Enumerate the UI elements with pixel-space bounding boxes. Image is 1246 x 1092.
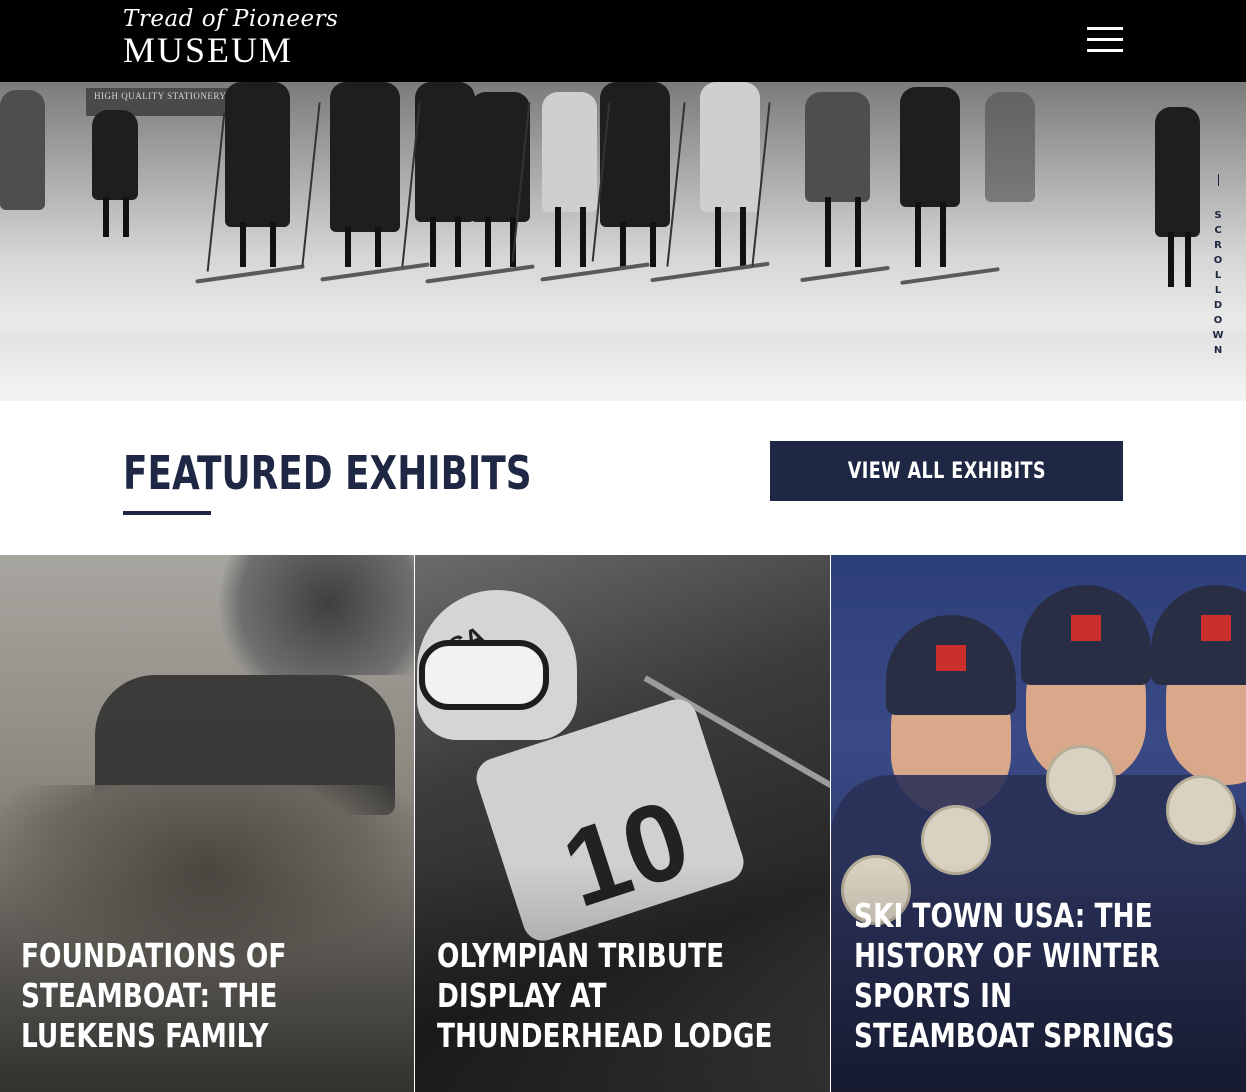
scroll-down-indicator[interactable]: SCROLLDOWN [1210, 174, 1226, 358]
menu-bar-top [1087, 27, 1123, 30]
scroll-line [1217, 174, 1219, 186]
menu-bar-bottom [1087, 49, 1123, 52]
exhibit-card-title: SKI TOWN USA: THE HISTORY OF WINTER SPOR… [854, 896, 1175, 1055]
hero-photo: HIGH QUALITY STATIONERY SCROLLDOWN [0, 82, 1246, 401]
snowbank [0, 332, 1246, 401]
view-all-exhibits-button[interactable]: VIEW ALL EXHIBITS [770, 441, 1123, 501]
logo-script-text: Tread of Pioneers [123, 6, 339, 32]
exhibit-card-title: OLYMPIAN TRIBUTE DISPLAY AT THUNDERHEAD … [437, 936, 773, 1055]
logo-word-text: MUSEUM [123, 30, 294, 70]
hamburger-menu-icon[interactable] [1085, 24, 1125, 56]
exhibit-cards: FOUNDATIONS OF STEAMBOAT: THE LUEKENS FA… [0, 555, 1246, 1092]
menu-bar-middle [1087, 38, 1123, 41]
heading-underline [123, 511, 211, 515]
scroll-down-label: SCROLLDOWN [1212, 210, 1224, 356]
museum-logo[interactable]: Tread of Pioneers MUSEUM [123, 6, 338, 70]
goggles-photo-detail [419, 640, 549, 710]
site-header: Tread of Pioneers MUSEUM [0, 0, 1246, 82]
featured-exhibits-heading: FEATURED EXHIBITS [123, 446, 532, 500]
exhibit-card-ski-town-usa[interactable]: SKI TOWN USA: THE HISTORY OF WINTER SPOR… [831, 555, 1246, 1092]
exhibit-card-title: FOUNDATIONS OF STEAMBOAT: THE LUEKENS FA… [21, 936, 287, 1055]
exhibit-card-olympian-tribute[interactable]: 10 USA OLYMPIAN TRIBUTE DISPLAY AT THUND… [415, 555, 830, 1092]
exhibit-card-luekens-family[interactable]: FOUNDATIONS OF STEAMBOAT: THE LUEKENS FA… [0, 555, 414, 1092]
view-all-exhibits-label: VIEW ALL EXHIBITS [847, 458, 1046, 484]
tree-photo-detail [200, 555, 414, 675]
